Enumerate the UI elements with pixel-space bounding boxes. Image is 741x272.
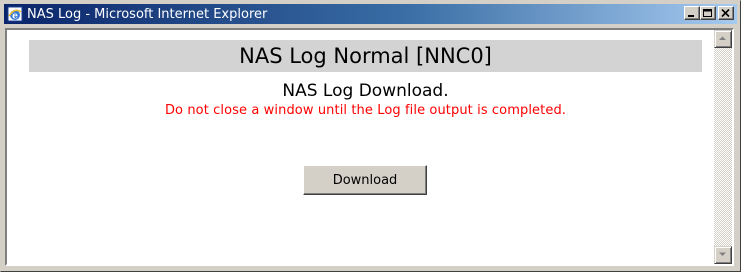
maximize-icon	[703, 9, 712, 17]
scroll-up-button[interactable]	[714, 30, 732, 48]
download-button[interactable]: Download	[303, 165, 427, 195]
title-bar[interactable]: e NAS Log - Microsoft Internet Explorer	[4, 4, 737, 24]
page-title: NAS Log Normal [NNC0]	[29, 40, 702, 72]
minimize-icon	[688, 15, 694, 17]
close-icon	[721, 9, 730, 18]
download-heading: NAS Log Download.	[282, 81, 449, 101]
close-button[interactable]	[718, 6, 734, 20]
arrow-down-icon	[719, 252, 726, 256]
browser-window: e NAS Log - Microsoft Internet Explorer	[0, 0, 741, 272]
window-title: NAS Log - Microsoft Internet Explorer	[27, 6, 268, 22]
warning-message: Do not close a window until the Log file…	[164, 103, 567, 118]
minimize-button[interactable]	[684, 6, 700, 20]
internet-explorer-icon: e	[7, 6, 23, 22]
svg-text:e: e	[12, 12, 18, 22]
window-controls	[684, 6, 734, 20]
vertical-scrollbar[interactable]	[714, 30, 732, 264]
arrow-up-icon	[719, 36, 726, 40]
maximize-button[interactable]	[700, 6, 716, 20]
scroll-down-button[interactable]	[714, 246, 732, 264]
